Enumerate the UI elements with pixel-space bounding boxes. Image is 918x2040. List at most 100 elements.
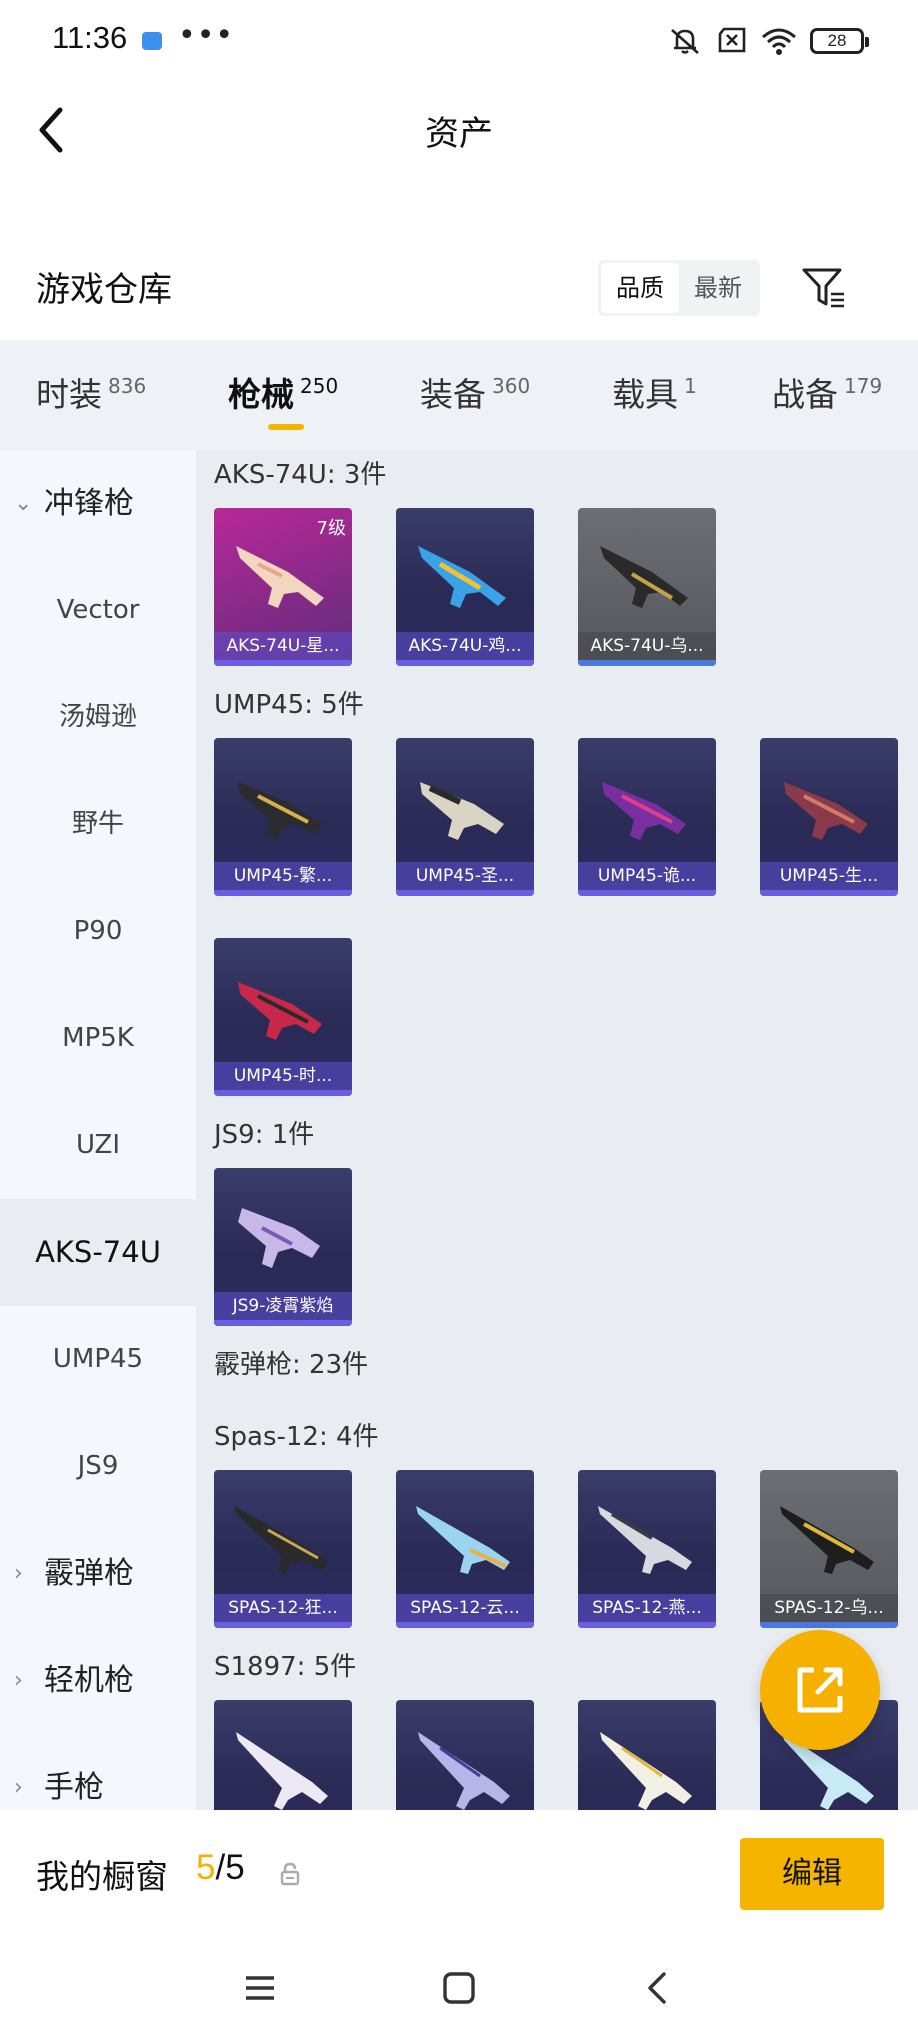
- weapon-card[interactable]: UMP45-繁...: [214, 738, 352, 896]
- sidebar-category-lmg[interactable]: › 轻机枪: [0, 1627, 196, 1734]
- weapon-card[interactable]: AKS-74U-鸡...: [396, 508, 534, 666]
- tab-fashion[interactable]: 时装 836: [36, 368, 146, 416]
- showcase-current: 5: [196, 1848, 216, 1887]
- edit-button[interactable]: 编辑: [740, 1838, 884, 1910]
- share-button[interactable]: [760, 1630, 880, 1750]
- weapon-card[interactable]: [396, 1700, 534, 1810]
- weapon-name: UMP45-圣...: [396, 862, 534, 890]
- weapon-card[interactable]: SPAS-12-狂...: [214, 1470, 352, 1628]
- sidebar-category-smg[interactable]: ⌄ 冲锋枪: [0, 450, 196, 557]
- weapon-card[interactable]: [214, 1700, 352, 1810]
- gun-image: [238, 1208, 320, 1268]
- menu-icon[interactable]: [238, 1966, 282, 2010]
- sidebar-item-js9[interactable]: JS9: [0, 1413, 196, 1520]
- status-time: 11:36: [52, 20, 128, 55]
- battery-indicator: 28: [810, 28, 869, 54]
- weapon-card[interactable]: UMP45-诡...: [578, 738, 716, 896]
- showcase-total: /5: [215, 1848, 245, 1887]
- group-title-spas12: Spas-12: 4件: [214, 1422, 379, 1452]
- sim-error-icon: [718, 27, 746, 53]
- rarity-bar: [760, 890, 898, 896]
- gun-image: [236, 546, 324, 608]
- rarity-bar: [396, 890, 534, 896]
- weapon-card[interactable]: SPAS-12-乌...: [760, 1470, 898, 1628]
- rarity-bar: [760, 1622, 898, 1628]
- sidebar-item-thompson[interactable]: 汤姆逊: [0, 664, 196, 771]
- tab-equipment[interactable]: 装备 360: [420, 368, 530, 416]
- tab-count: 1: [684, 374, 697, 398]
- sort-option-newest[interactable]: 最新: [679, 263, 757, 313]
- chevron-down-icon: ⌄: [14, 491, 33, 516]
- sidebar-item-uzi[interactable]: UZI: [0, 1092, 196, 1199]
- gun-image: [416, 1506, 510, 1574]
- tab-vehicles[interactable]: 载具 1: [612, 368, 697, 416]
- weapon-card[interactable]: UMP45-生...: [760, 738, 898, 896]
- rarity-bar: [578, 890, 716, 896]
- sidebar-item-mp5k[interactable]: MP5K: [0, 985, 196, 1092]
- rarity-bar: [214, 660, 352, 666]
- rarity-bar: [214, 1320, 352, 1326]
- sidebar-item-p90[interactable]: P90: [0, 878, 196, 985]
- tab-firearms[interactable]: 枪械 250: [228, 368, 338, 416]
- status-bar: 11:36 ••• 28: [0, 0, 918, 80]
- sidebar-category-shotgun[interactable]: › 霰弹枪: [0, 1520, 196, 1627]
- gun-image: [238, 982, 322, 1040]
- tab-count: 836: [108, 374, 147, 398]
- weapon-name: JS9-凌霄紫焰: [214, 1292, 352, 1320]
- weapon-card[interactable]: UMP45-圣...: [396, 738, 534, 896]
- weapon-name: SPAS-12-燕...: [578, 1594, 716, 1622]
- weapon-grid: AKS-74U: 3件 7级 AKS-74U-星... AKS-74U-鸡...…: [196, 450, 918, 1810]
- sidebar-item-aks74u[interactable]: AKS-74U: [0, 1199, 196, 1306]
- sidebar-category-label: 轻机枪: [44, 1663, 134, 1698]
- rarity-bar: [578, 660, 716, 666]
- sidebar-category-label: 手枪: [44, 1770, 104, 1805]
- weapon-name: AKS-74U-乌...: [578, 632, 716, 660]
- weapon-name: UMP45-生...: [760, 862, 898, 890]
- wifi-icon: [762, 28, 796, 55]
- page-header: 资产: [0, 80, 918, 180]
- share-icon: [797, 1667, 843, 1713]
- back-nav-icon[interactable]: [636, 1966, 680, 2010]
- gun-image: [600, 546, 688, 608]
- weapon-name: SPAS-12-乌...: [760, 1594, 898, 1622]
- gun-image: [600, 1732, 692, 1810]
- sidebar-item-bizon[interactable]: 野牛: [0, 771, 196, 878]
- weapon-card[interactable]: [578, 1700, 716, 1810]
- rarity-bar: [396, 660, 534, 666]
- lock-icon: [280, 1862, 300, 1886]
- gun-image: [418, 1732, 510, 1810]
- section-title: 游戏仓库: [36, 270, 172, 310]
- app-screen: { "status_bar": {"time": "11:36", "more"…: [0, 0, 918, 2040]
- tab-label: 枪械: [228, 375, 294, 414]
- tab-supplies[interactable]: 战备 179: [772, 368, 882, 416]
- sidebar-category-label: 霰弹枪: [44, 1556, 134, 1591]
- gun-image: [420, 782, 504, 840]
- gun-image: [598, 1506, 692, 1574]
- tab-count: 179: [844, 374, 883, 398]
- rarity-bar: [214, 1090, 352, 1096]
- gun-image: [236, 1732, 328, 1810]
- weapon-card[interactable]: JS9-凌霄紫焰: [214, 1168, 352, 1326]
- sort-option-quality[interactable]: 品质: [601, 263, 679, 313]
- rarity-bar: [578, 1622, 716, 1628]
- app-notification-icon: [142, 32, 162, 50]
- group-title-aks74u: AKS-74U: 3件: [214, 460, 387, 490]
- rarity-bar: [214, 1622, 352, 1628]
- rarity-bar: [396, 1622, 534, 1628]
- weapon-card[interactable]: 7级 AKS-74U-星...: [214, 508, 352, 666]
- group-title-s1897: S1897: 5件: [214, 1652, 357, 1682]
- filter-button[interactable]: [800, 264, 848, 312]
- weapon-card[interactable]: AKS-74U-乌...: [578, 508, 716, 666]
- home-icon[interactable]: [437, 1966, 481, 2010]
- weapon-name: AKS-74U-鸡...: [396, 632, 534, 660]
- weapon-card[interactable]: UMP45-时...: [214, 938, 352, 1096]
- page-title: 资产: [425, 114, 493, 154]
- weapon-card[interactable]: SPAS-12-云...: [396, 1470, 534, 1628]
- gun-image: [418, 546, 506, 608]
- gun-image: [234, 1506, 328, 1574]
- weapon-card[interactable]: SPAS-12-燕...: [578, 1470, 716, 1628]
- sidebar-item-vector[interactable]: Vector: [0, 557, 196, 664]
- sidebar-item-ump45[interactable]: UMP45: [0, 1306, 196, 1413]
- tab-label: 战备: [772, 375, 838, 414]
- gun-image: [602, 782, 686, 840]
